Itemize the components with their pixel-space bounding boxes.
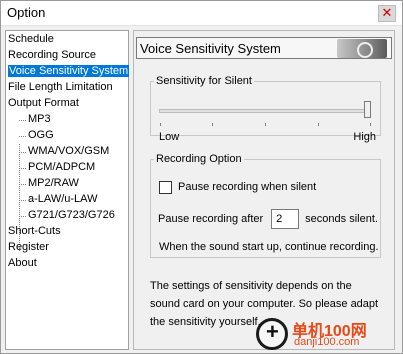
panel-header: Voice Sensitivity System xyxy=(136,37,392,59)
sensitivity-slider-thumb[interactable] xyxy=(364,101,371,118)
sensitivity-legend: Sensitivity for Silent xyxy=(156,75,252,87)
tree-item[interactable]: About xyxy=(6,256,128,272)
tree-item[interactable]: Voice Sensitivity System xyxy=(6,64,130,80)
plus-circle-icon xyxy=(256,318,288,350)
tree-item[interactable]: WMA/VOX/GSM xyxy=(6,144,128,160)
panel-title: Voice Sensitivity System xyxy=(140,41,281,56)
recording-option-group: Recording Option Pause recording when si… xyxy=(150,153,381,258)
pause-after-suffix: seconds silent. xyxy=(305,213,378,225)
tree-item[interactable]: Recording Source xyxy=(6,48,128,64)
tree-item[interactable]: Output Format xyxy=(6,96,128,112)
slider-high-label: High xyxy=(353,131,376,143)
recording-option-legend: Recording Option xyxy=(156,153,242,165)
slider-tick xyxy=(160,123,161,126)
slider-tick xyxy=(370,123,371,126)
tree-item-label: Schedule xyxy=(8,33,54,45)
pause-when-silent-checkbox[interactable] xyxy=(159,180,172,194)
disc-logo-icon xyxy=(337,39,387,58)
pause-seconds-input[interactable]: 2 xyxy=(271,209,300,229)
tree-item-label: MP2/RAW xyxy=(28,177,79,189)
tree-item-label: a-LAW/u-LAW xyxy=(28,193,98,205)
tree-item-label: Output Format xyxy=(8,97,79,109)
sensitivity-slider-track[interactable] xyxy=(159,109,371,113)
tree-item[interactable]: OGG xyxy=(6,128,128,144)
slider-tick xyxy=(318,123,319,126)
pause-after-prefix: Pause recording after xyxy=(158,213,264,225)
options-tree[interactable]: Schedule Recording Source Voice Sensitivit… xyxy=(5,30,130,350)
tree-item[interactable]: PCM/ADPCM xyxy=(6,160,128,176)
tree-item[interactable]: G721/G723/G726 xyxy=(6,208,128,224)
pause-when-silent-label: Pause recording when silent xyxy=(178,181,317,193)
tree-item-label: Voice Sensitivity System xyxy=(8,65,130,77)
tree-item-label: PCM/ADPCM xyxy=(28,161,96,173)
tree-item[interactable]: File Length Limitation xyxy=(6,80,128,96)
tree-item-label: Register xyxy=(8,241,49,253)
slider-tick xyxy=(265,123,266,126)
watermark-url: danji100.com xyxy=(294,336,360,348)
pause-when-silent-row[interactable]: Pause recording when silent xyxy=(159,179,316,195)
tree-item[interactable]: Schedule xyxy=(6,32,128,48)
close-icon: ✕ xyxy=(381,5,393,20)
window-title: Option xyxy=(7,5,46,20)
sensitivity-group: Sensitivity for Silent Low High xyxy=(150,75,381,143)
title-bar: Option ✕ xyxy=(1,1,402,26)
tree-item[interactable]: a-LAW/u-LAW xyxy=(6,192,128,208)
tree-item-label: MP3 xyxy=(28,113,51,125)
tree-item-label: File Length Limitation xyxy=(8,81,113,93)
continue-recording-text: When the sound start up, continue record… xyxy=(159,241,379,253)
settings-panel: Voice Sensitivity System Sensitivity for… xyxy=(133,30,395,350)
option-window: Option ✕ Schedule Recording Source Voice S… xyxy=(0,0,403,354)
close-button[interactable]: ✕ xyxy=(378,5,396,22)
slider-low-label: Low xyxy=(159,131,180,143)
tree-item-label: G721/G723/G726 xyxy=(28,209,115,221)
pause-after-row: Pause recording after 2 seconds silent. xyxy=(158,209,378,229)
tree-item[interactable]: MP3 xyxy=(6,112,128,128)
tree-item-label: OGG xyxy=(28,129,54,141)
tree-item-label: WMA/VOX/GSM xyxy=(28,145,110,157)
tree-item[interactable]: Register xyxy=(6,240,128,256)
watermark: 单机100网 danji100.com xyxy=(256,314,402,354)
tree-item-label: Short-Cuts xyxy=(8,225,61,237)
tree-items: Schedule Recording Source Voice Sensitivit… xyxy=(6,32,130,272)
tree-item[interactable]: MP2/RAW xyxy=(6,176,128,192)
slider-tick xyxy=(212,123,213,126)
tree-item-label: About xyxy=(8,257,37,269)
tree-item[interactable]: Short-Cuts xyxy=(6,224,128,240)
tree-item-label: Recording Source xyxy=(8,49,97,61)
